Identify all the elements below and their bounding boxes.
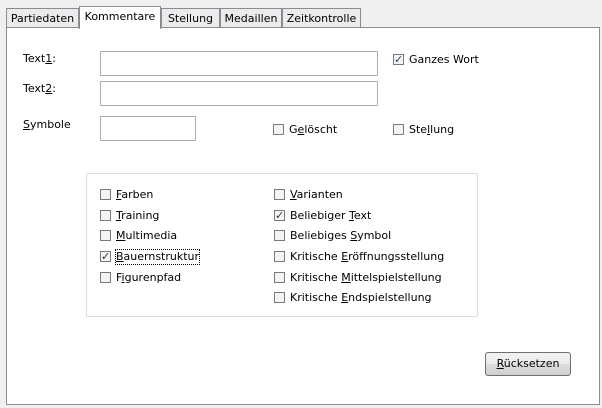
text2-label: Text2: (23, 82, 56, 95)
symbole-label: Symbole (23, 118, 71, 131)
tab-partiedaten[interactable]: Partiedaten (6, 8, 79, 27)
checkbox-unchecked-icon (100, 230, 111, 241)
checkbox-checked-icon: ✓ (274, 209, 285, 222)
checkbox-unchecked-icon (100, 210, 111, 221)
checkbox-unchecked-icon (274, 272, 285, 283)
tab-zeitkontrolle[interactable]: Zeitkontrolle (282, 8, 361, 27)
tab-stellung[interactable]: Stellung (161, 8, 220, 27)
text2-field[interactable] (101, 82, 377, 105)
checkbox-unchecked-icon (274, 251, 285, 262)
checkbox-unchecked-icon (274, 292, 285, 303)
reset-button[interactable]: Rücksetzen (485, 352, 571, 376)
text1-label: Text1: (23, 52, 56, 65)
checkbox-unchecked-icon (274, 230, 285, 241)
checkbox-checked-icon: ✓ (100, 250, 111, 263)
tab-kommentare[interactable]: Kommentare (79, 6, 161, 29)
checkbox-unchecked-icon (393, 124, 404, 135)
comment-type-group: Farben Training Multimedia ✓ Bauernstruk… (86, 173, 478, 317)
tab-medaillen[interactable]: Medaillen (220, 8, 282, 27)
checkbox-unchecked-icon (100, 189, 111, 200)
checkbox-unchecked-icon (274, 189, 285, 200)
symbole-field[interactable] (101, 117, 195, 140)
checkbox-checked-icon: ✓ (393, 53, 404, 66)
symbole-input[interactable] (100, 116, 196, 141)
checkbox-unchecked-icon (100, 272, 111, 283)
text1-input[interactable] (100, 51, 378, 76)
text1-field[interactable] (101, 52, 377, 75)
checkbox-unchecked-icon (273, 124, 284, 135)
text2-input[interactable] (100, 81, 378, 106)
